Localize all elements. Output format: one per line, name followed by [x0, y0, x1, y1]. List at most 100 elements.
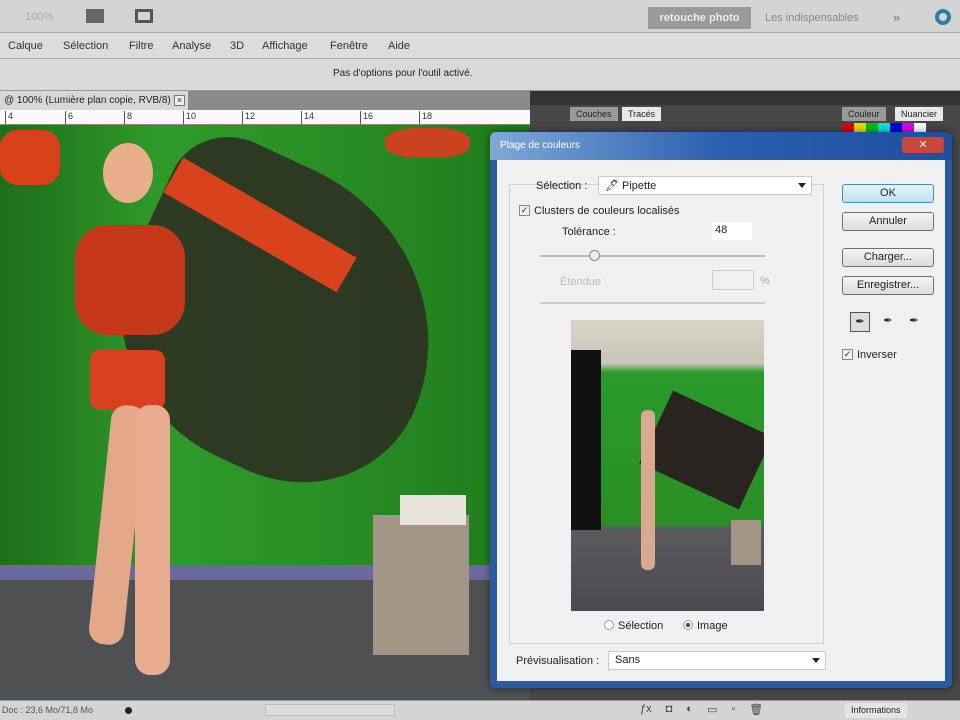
slider-thumb[interactable] — [589, 250, 600, 261]
screen-mode-icon[interactable] — [86, 9, 104, 23]
ok-button[interactable]: OK — [842, 184, 934, 203]
menu-filtre[interactable]: Filtre — [129, 40, 153, 52]
preview-value: Sans — [615, 654, 641, 666]
cancel-button[interactable]: Annuler — [842, 212, 934, 231]
range-slider[interactable] — [540, 302, 765, 304]
layer-panel-buttons: ƒx ◘ ◐ ▭ ▫ 🗑 — [640, 703, 763, 716]
doc-size: Doc : 23,6 Mo/71,8 Mo — [2, 705, 94, 715]
workspace-essentials[interactable]: Les indispensables — [765, 12, 859, 24]
menu-calque[interactable]: Calque — [8, 40, 43, 52]
close-icon[interactable]: ✕ — [902, 137, 944, 153]
ruler-tick: 12 — [242, 111, 255, 124]
menu-affichage[interactable]: Affichage — [262, 40, 308, 52]
tab-couleur[interactable]: Couleur — [842, 107, 886, 121]
radio-image[interactable] — [683, 620, 693, 630]
status-menu-icon[interactable] — [125, 707, 132, 714]
red-fabric — [0, 130, 60, 185]
document-canvas[interactable] — [0, 125, 530, 700]
options-text: Pas d'options pour l'outil activé. — [333, 68, 473, 79]
new-layer-icon[interactable]: ▫ — [731, 703, 735, 716]
tolerance-input[interactable]: 48 — [712, 222, 752, 240]
menu-aide[interactable]: Aide — [388, 40, 410, 52]
folder-icon[interactable]: ▭ — [707, 703, 717, 716]
document-tab[interactable]: @ 100% (Lumière plan copie, RVB/8) * — [0, 91, 188, 110]
tab-traces[interactable]: Tracés — [622, 107, 662, 121]
dialog-title-bar[interactable]: Plage de couleurs ✕ — [490, 132, 952, 160]
document-tabs: @ 100% (Lumière plan copie, RVB/8) * × — [0, 91, 530, 110]
ruler-tick: 10 — [183, 111, 196, 124]
model-head — [103, 143, 153, 203]
chevron-down-icon — [798, 183, 806, 188]
preview-black-drape — [571, 350, 601, 530]
mask-icon[interactable]: ◘ — [666, 703, 673, 716]
ruler-tick: 14 — [301, 111, 314, 124]
invert-label: Inverser — [857, 349, 897, 361]
radio-selection[interactable] — [604, 620, 614, 630]
selection-value: Pipette — [622, 180, 657, 192]
range-input[interactable] — [712, 270, 754, 290]
preview-label: Prévisualisation : — [516, 655, 600, 667]
chevron-down-icon — [812, 658, 820, 663]
menu-3d[interactable]: 3D — [230, 40, 244, 52]
model-top — [75, 225, 185, 335]
preview-dropdown[interactable]: Sans — [608, 651, 826, 670]
dialog-body: Sélection : 🖊 Pipette ✓ Clusters de coul… — [497, 160, 945, 681]
radio-image-label: Image — [697, 620, 728, 632]
options-bar: Pas d'options pour l'outil activé. — [0, 59, 960, 91]
preview-cape — [639, 390, 764, 510]
clusters-label: Clusters de couleurs localisés — [534, 205, 680, 217]
fx-icon[interactable]: ƒx — [640, 703, 652, 716]
eyedropper-subtract-icon[interactable]: ✒ — [904, 312, 924, 332]
model-leg — [135, 405, 170, 675]
menu-fenetre[interactable]: Fenêtre — [330, 40, 368, 52]
ruler-tick: 16 — [360, 111, 373, 124]
more-workspaces[interactable]: » — [893, 10, 900, 25]
application-bar: 100% retouche photo Les indispensables » — [0, 0, 960, 33]
tolerance-slider[interactable] — [540, 250, 765, 261]
menu-bar: Calque Sélection Filtre Analyse 3D Affic… — [0, 33, 960, 59]
horizontal-ruler: 4 6 8 10 12 14 16 18 — [0, 110, 530, 125]
red-fabric — [385, 128, 470, 158]
panel-dock-header — [530, 91, 960, 105]
range-unit: % — [760, 275, 770, 287]
tab-nuancier[interactable]: Nuancier — [895, 107, 944, 121]
workspace-retouche-photo[interactable]: retouche photo — [648, 7, 751, 29]
box — [373, 515, 469, 655]
load-button[interactable]: Charger... — [842, 248, 934, 267]
status-bar: Doc : 23,6 Mo/71,8 Mo ƒx ◘ ◐ ▭ ▫ 🗑 Informatio… — [0, 700, 960, 720]
close-tab-icon[interactable]: × — [174, 95, 185, 106]
eyedropper-add-icon[interactable]: ✒ — [878, 312, 898, 332]
tissue-box — [400, 495, 466, 525]
tab-couches[interactable]: Couches — [570, 107, 618, 121]
dialog-title: Plage de couleurs — [500, 140, 581, 151]
ruler-tick: 6 — [65, 111, 73, 124]
color-range-dialog: Plage de couleurs ✕ Sélection : 🖊 Pipett… — [490, 132, 952, 688]
ruler-tick: 18 — [419, 111, 432, 124]
cs-live-icon[interactable] — [935, 9, 951, 25]
ruler-tick: 4 — [5, 111, 13, 124]
menu-selection[interactable]: Sélection — [63, 40, 108, 52]
menu-analyse[interactable]: Analyse — [172, 40, 211, 52]
selection-label: Sélection : — [536, 180, 588, 192]
preview-model — [641, 410, 655, 570]
selection-dropdown[interactable]: 🖊 Pipette — [598, 176, 812, 195]
zoom-level[interactable]: 100% — [25, 11, 53, 23]
preview-box — [731, 520, 761, 565]
invert-checkbox[interactable]: ✓ — [842, 349, 853, 360]
range-label: Étendue : — [560, 276, 608, 288]
model-shorts — [90, 350, 165, 410]
eyedropper-icon: 🖊 — [605, 180, 623, 192]
preview-image — [571, 320, 764, 611]
radio-selection-label: Sélection — [618, 620, 664, 632]
document-tab-title: @ 100% (Lumière plan copie, RVB/8) * — [4, 95, 178, 106]
save-button[interactable]: Enregistrer... — [842, 276, 934, 295]
ruler-tick: 8 — [124, 111, 132, 124]
arrange-icon[interactable] — [135, 9, 153, 23]
trash-icon[interactable]: 🗑 — [749, 703, 763, 716]
clusters-checkbox[interactable]: ✓ — [519, 205, 530, 216]
eyedropper-icon[interactable]: ✒ — [850, 312, 870, 332]
tolerance-label: Tolérance : — [562, 226, 616, 238]
adjustment-icon[interactable]: ◐ — [686, 703, 693, 716]
horizontal-scrollbar[interactable] — [265, 704, 395, 716]
tab-informations[interactable]: Informations — [845, 703, 907, 718]
